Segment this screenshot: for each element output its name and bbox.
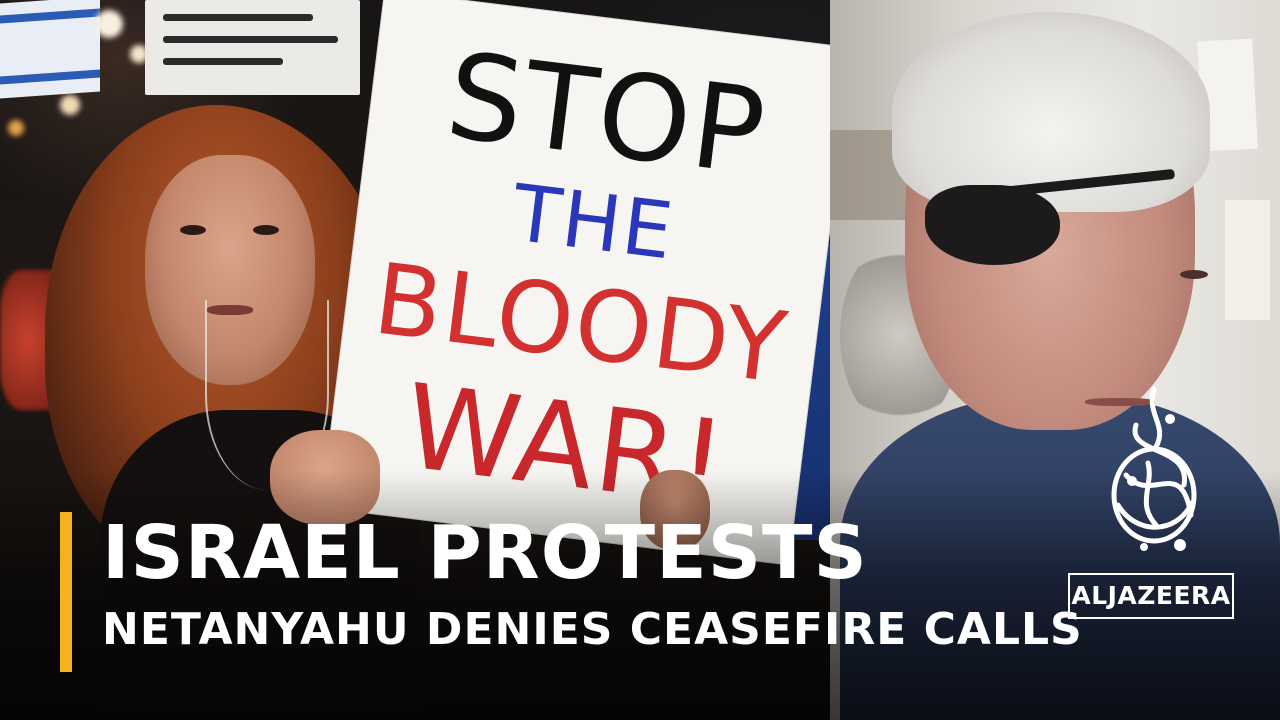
- aljazeera-calligraphy-icon: [1111, 386, 1197, 551]
- eye: [253, 225, 279, 235]
- eye: [1180, 270, 1208, 279]
- bokeh-light: [8, 120, 24, 136]
- background-placard: [145, 0, 360, 95]
- bokeh-light: [95, 10, 123, 38]
- eye: [180, 225, 206, 235]
- lower-third-accent-bar: [60, 512, 72, 672]
- wall-note: [1225, 200, 1270, 320]
- israeli-flag-icon: [0, 0, 100, 99]
- bokeh-light: [130, 45, 148, 63]
- aljazeera-wordmark: ALJAZEERA: [1068, 573, 1234, 619]
- subheadline: NETANYAHU DENIES CEASEFIRE CALLS: [102, 604, 1083, 655]
- eyepatch-icon: [925, 185, 1060, 265]
- video-frame: STOP THE BLOODY WAR! ISRAEL PROTESTS NET…: [0, 0, 1280, 720]
- bokeh-light: [60, 95, 80, 115]
- headline: ISRAEL PROTESTS: [102, 510, 868, 596]
- aljazeera-logo: ALJAZEERA: [1068, 385, 1238, 625]
